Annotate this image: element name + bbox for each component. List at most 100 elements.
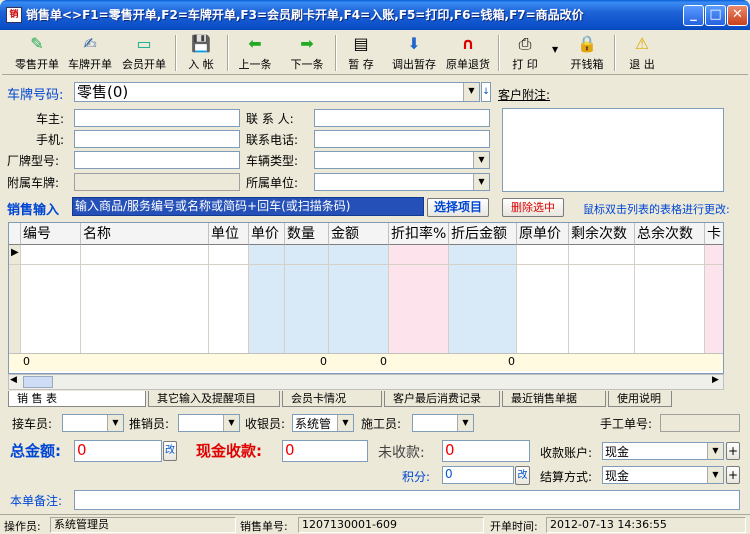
points-label: 积分: (402, 470, 431, 484)
chevron-down-icon[interactable]: ▼ (707, 443, 723, 459)
col-header[interactable]: 剩余次数 (569, 223, 635, 245)
col-header[interactable]: 折扣率% (389, 223, 449, 245)
col-header[interactable]: 编号 (21, 223, 81, 245)
chevron-down-icon[interactable]: ▼ (457, 415, 473, 431)
table-row[interactable]: ▶ (9, 245, 723, 265)
points-field: 0 (442, 466, 514, 484)
col-header[interactable]: 卡 (705, 223, 723, 245)
unpaid-label: 未收款: (378, 445, 425, 461)
promoter-select[interactable]: ▼ (178, 414, 240, 432)
next-button[interactable]: ➡ 下一条 (284, 33, 330, 73)
plate-combo[interactable]: 零售(0) ▼ (74, 82, 480, 102)
remark-label: 客户附注: (498, 88, 551, 102)
post-account-button[interactable]: 💾 入 帐 (180, 33, 222, 73)
chevron-down-icon[interactable]: ▼ (463, 83, 479, 101)
contact-label: 联 系 人: (246, 112, 294, 126)
cashbox-button[interactable]: 🔒 开钱箱 (564, 33, 610, 73)
worker-select[interactable]: ▼ (412, 414, 474, 432)
edit-points-button[interactable]: 改 (515, 466, 530, 485)
tab-help[interactable]: 使用说明 (608, 391, 672, 407)
chevron-down-icon[interactable]: ▼ (473, 174, 489, 190)
plate-order-button[interactable]: ✍ 车牌开单 (64, 33, 116, 73)
total-amount-field: 0 (74, 440, 162, 462)
exit-button[interactable]: ⚠ 退 出 (620, 33, 664, 73)
horizontal-scrollbar[interactable]: ◀ ▶ (8, 374, 724, 390)
attached-plate-input (74, 173, 240, 191)
unit-label: 所属单位: (246, 176, 299, 190)
delete-selected-button[interactable]: 删除选中 (502, 198, 564, 217)
scroll-right-icon[interactable]: ▶ (712, 375, 719, 385)
total-code: 0 (23, 355, 30, 368)
tab-sales-table[interactable]: 销 售 表 (8, 391, 146, 407)
toolbar-separator (498, 35, 500, 71)
note-label: 本单备注: (10, 494, 63, 508)
sales-grid[interactable]: 编号 名称 单位 单价 数量 金额 折扣率% 折后金额 原单价 剩余次数 总余次… (8, 222, 724, 374)
tab-last-consumption[interactable]: 客户最后消费记录 (384, 391, 500, 407)
cash-received-input[interactable]: 0 (282, 440, 368, 462)
col-header[interactable]: 总余次数 (635, 223, 705, 245)
unit-select[interactable]: ▼ (314, 173, 490, 191)
total-amount-label: 总金额: (10, 442, 61, 460)
maximize-button[interactable]: □ (705, 5, 726, 26)
account-label: 收款账户: (540, 446, 593, 460)
add-method-button[interactable]: + (726, 466, 740, 484)
time-label: 开单时间: (490, 520, 538, 533)
col-header[interactable]: 名称 (81, 223, 209, 245)
contact-input[interactable] (314, 109, 490, 127)
print-button[interactable]: ⎙ 打 印 (502, 33, 548, 73)
load-temp-button[interactable]: ⬇ 调出暂存 (388, 33, 440, 73)
col-header[interactable]: 金额 (329, 223, 389, 245)
col-header[interactable]: 原单价 (517, 223, 569, 245)
owner-input[interactable] (74, 109, 240, 127)
col-header[interactable]: 单位 (209, 223, 249, 245)
sale-input-label: 销售输入 (7, 203, 60, 218)
unpaid-field: 0 (442, 440, 530, 462)
tab-other-input[interactable]: 其它输入及提醒项目 (148, 391, 280, 407)
toolbar-separator (335, 35, 337, 71)
account-select[interactable]: 现金 ▼ (602, 442, 724, 460)
add-account-button[interactable]: + (726, 442, 740, 460)
col-header[interactable]: 折后金额 (449, 223, 517, 245)
phone-input[interactable] (74, 130, 240, 148)
row-indicator-header (9, 223, 21, 245)
manual-no-input[interactable] (660, 414, 740, 432)
model-input[interactable] (74, 151, 240, 169)
total-amount: 0 (380, 355, 387, 368)
col-header[interactable]: 数量 (285, 223, 329, 245)
note-input[interactable] (74, 490, 740, 510)
account-value: 现金 (605, 445, 630, 459)
vehicle-type-select[interactable]: ▼ (314, 151, 490, 169)
chevron-down-icon[interactable]: ▼ (337, 415, 353, 431)
plate-arrow-icon[interactable]: ↓ (481, 82, 491, 102)
temp-save-button[interactable]: ▤ 暂 存 (340, 33, 382, 73)
total-after-discount: 0 (508, 355, 515, 368)
print-dropdown-arrow-icon[interactable]: ▼ (552, 45, 558, 54)
arrow-right-icon: ➡ (300, 34, 314, 53)
cashier-select[interactable]: 系统管 ▼ (292, 414, 354, 432)
chevron-down-icon[interactable]: ▼ (107, 415, 123, 431)
minimize-button[interactable]: _ (683, 5, 704, 26)
retail-order-button[interactable]: ✎ 零售开单 (12, 33, 62, 73)
scroll-left-icon[interactable]: ◀ (10, 375, 17, 385)
chevron-down-icon[interactable]: ▼ (707, 467, 723, 483)
contact-phone-input[interactable] (314, 130, 490, 148)
chevron-down-icon[interactable]: ▼ (473, 152, 489, 168)
tab-member-card[interactable]: 会员卡情况 (282, 391, 382, 407)
return-button[interactable]: ∩ 原单退货 (442, 33, 494, 73)
scroll-thumb[interactable] (23, 376, 53, 388)
toolbar-separator (614, 35, 616, 71)
customer-remark-box[interactable] (502, 108, 724, 192)
attached-plate-label: 附属车牌: (7, 176, 60, 190)
select-item-button[interactable]: 选择项目 (427, 198, 489, 217)
toolbar-separator (175, 35, 177, 71)
prev-button[interactable]: ⬅ 上一条 (232, 33, 278, 73)
member-order-button[interactable]: ▭ 会员开单 (118, 33, 170, 73)
chevron-down-icon[interactable]: ▼ (223, 415, 239, 431)
col-header[interactable]: 单价 (249, 223, 285, 245)
edit-total-button[interactable]: 改 (163, 441, 177, 461)
close-button[interactable]: ✕ (727, 5, 748, 26)
receiver-select[interactable]: ▼ (62, 414, 124, 432)
sale-item-input[interactable]: 输入商品/服务编号或名称或简码+回车(或扫描条码) (72, 197, 424, 216)
method-select[interactable]: 现金 ▼ (602, 466, 724, 484)
tab-recent-sales[interactable]: 最近销售单据 (502, 391, 606, 407)
